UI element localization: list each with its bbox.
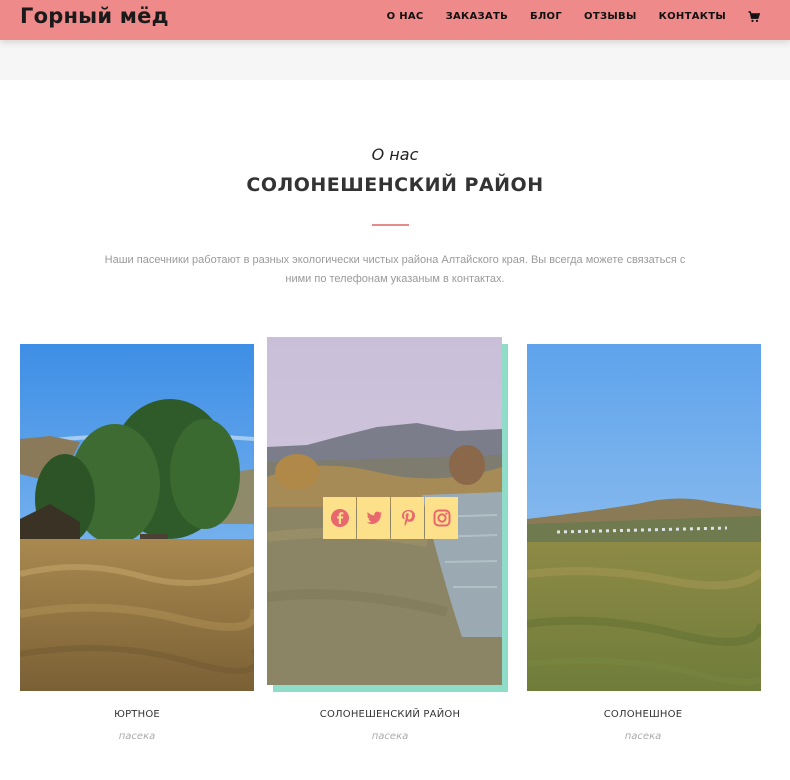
apiary-photo-yurtnoe[interactable] — [20, 344, 254, 691]
brand-logo[interactable]: Горный мёд — [20, 4, 169, 28]
title-divider — [372, 224, 409, 226]
facebook-icon[interactable] — [323, 497, 356, 539]
header-spacer-band — [0, 40, 790, 80]
card-subtitle-1: пасека — [118, 731, 156, 742]
card-subtitle-2: пасека — [371, 731, 409, 742]
card-title-1: ЮРТНОЕ — [114, 709, 160, 720]
main-nav: О НАС ЗАКАЗАТЬ БЛОГ ОТЗЫВЫ КОНТАКТЫ — [387, 10, 761, 22]
header-navbar: Горный мёд О НАС ЗАКАЗАТЬ БЛОГ ОТЗЫВЫ КО… — [0, 0, 790, 40]
instagram-icon[interactable] — [425, 497, 458, 539]
section-subtitle: О нас — [371, 145, 419, 164]
card-title-3: СОЛОНЕШНОЕ — [603, 709, 683, 720]
nav-link-order[interactable]: ЗАКАЗАТЬ — [446, 11, 508, 22]
section-description: Наши пасечники работают в разных экологи… — [104, 254, 686, 285]
pinterest-icon[interactable] — [391, 497, 424, 539]
twitter-icon[interactable] — [357, 497, 390, 539]
social-overlay — [323, 497, 458, 539]
nav-link-about[interactable]: О НАС — [387, 11, 424, 22]
section-title: СОЛОНЕШЕНСКИЙ РАЙОН — [246, 174, 544, 196]
card-subtitle-3: пасека — [624, 731, 662, 742]
nav-link-contacts[interactable]: КОНТАКТЫ — [659, 11, 726, 22]
apiary-photo-soloneshnoe[interactable] — [527, 344, 761, 691]
cart-icon[interactable] — [748, 10, 761, 22]
card-title-2: СОЛОНЕШЕНСКИЙ РАЙОН — [319, 709, 461, 720]
nav-link-reviews[interactable]: ОТЗЫВЫ — [584, 11, 637, 22]
nav-link-blog[interactable]: БЛОГ — [530, 11, 562, 22]
